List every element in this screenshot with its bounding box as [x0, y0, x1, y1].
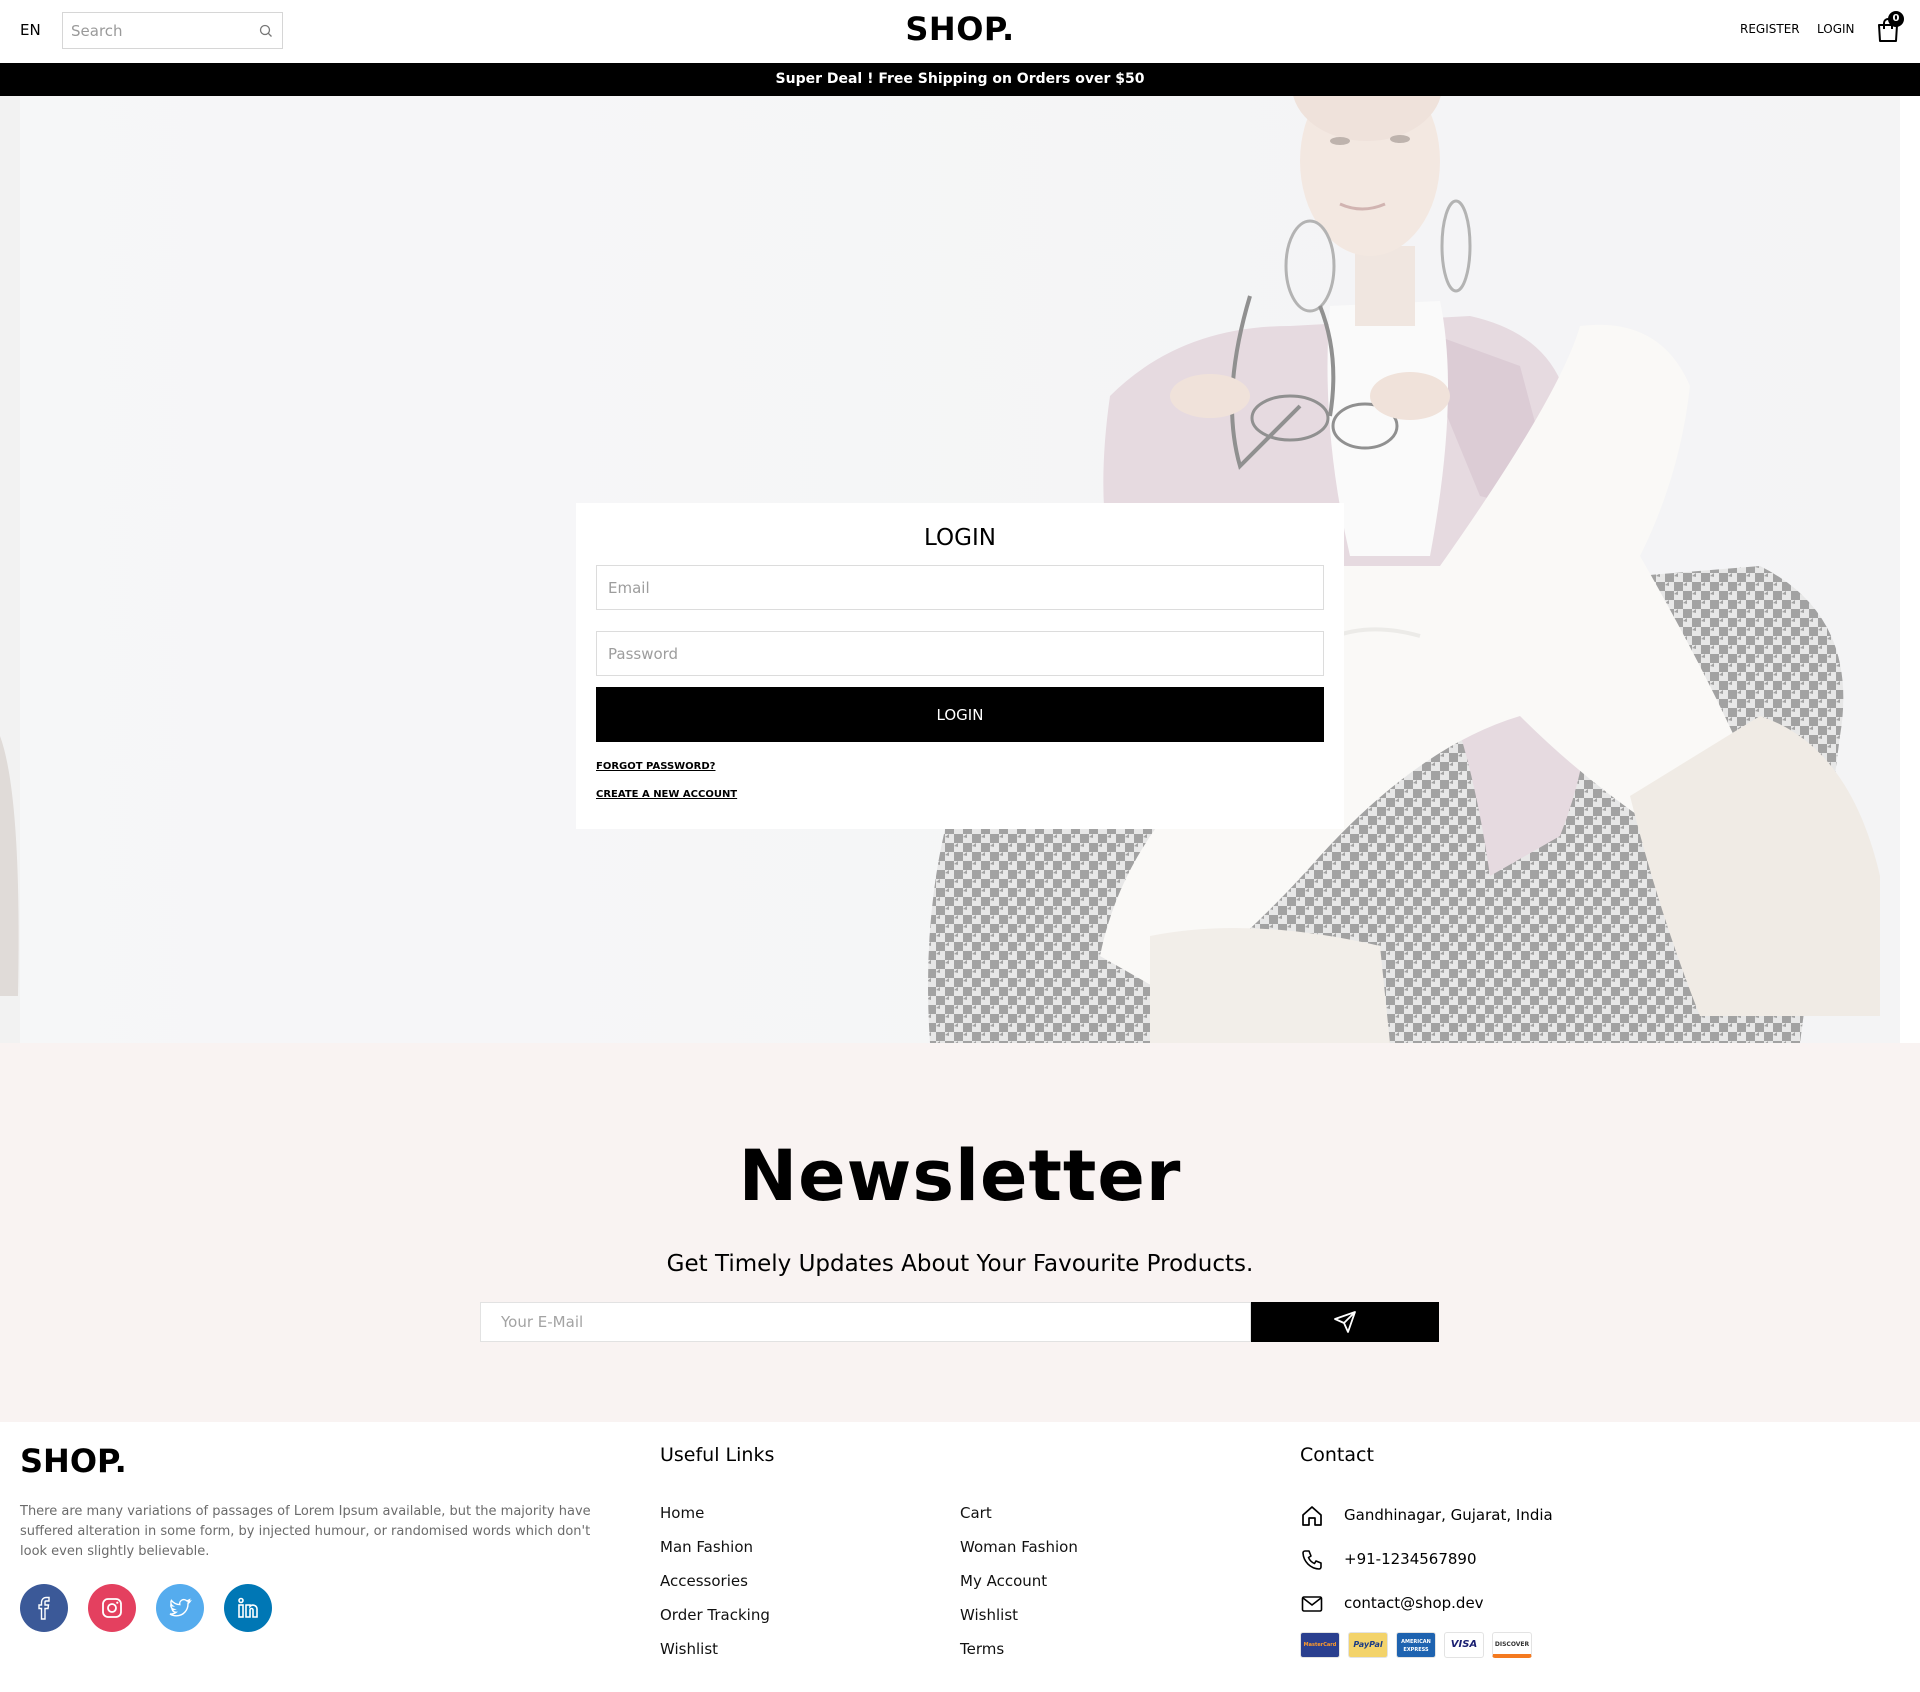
footer-link-order-tracking[interactable]: Order Tracking: [660, 1606, 770, 1624]
contact-address-text: Gandhinagar, Gujarat, India: [1344, 1506, 1553, 1524]
footer-link-man-fashion[interactable]: Man Fashion: [660, 1538, 753, 1556]
twitter-button[interactable]: [156, 1584, 204, 1632]
linkedin-icon: [238, 1597, 258, 1618]
phone-icon: [1302, 1550, 1322, 1570]
create-account-link[interactable]: CREATE A NEW ACCOUNT: [596, 789, 737, 800]
contact-heading: Contact: [1300, 1444, 1374, 1466]
password-field[interactable]: [596, 631, 1324, 676]
footer-link-cart[interactable]: Cart: [960, 1504, 992, 1522]
footer-logo[interactable]: SHOP.: [20, 1442, 127, 1480]
login-card: LOGIN LOGIN FORGOT PASSWORD? CREATE A NE…: [576, 503, 1344, 829]
top-header: EN SHOP. REGISTER LOGIN 0: [0, 0, 1920, 63]
footer-link-accessories[interactable]: Accessories: [660, 1572, 748, 1590]
footer-link-wishlist-2[interactable]: Wishlist: [960, 1606, 1018, 1624]
site-footer: SHOP. There are many variations of passa…: [0, 1422, 1920, 1692]
paypal-icon: PayPal: [1348, 1632, 1388, 1658]
facebook-icon: [38, 1596, 50, 1620]
login-link[interactable]: LOGIN: [1817, 22, 1855, 36]
mail-icon: [1301, 1596, 1323, 1612]
hero-section: LOGIN LOGIN FORGOT PASSWORD? CREATE A NE…: [0, 96, 1920, 1043]
footer-link-woman-fashion[interactable]: Woman Fashion: [960, 1538, 1078, 1556]
newsletter-section: Newsletter Get Timely Updates About Your…: [0, 1043, 1920, 1422]
instagram-button[interactable]: [88, 1584, 136, 1632]
footer-link-my-account[interactable]: My Account: [960, 1572, 1047, 1590]
forgot-password-link[interactable]: FORGOT PASSWORD?: [596, 761, 715, 772]
linkedin-button[interactable]: [224, 1584, 272, 1632]
footer-link-wishlist[interactable]: Wishlist: [660, 1640, 718, 1658]
login-title: LOGIN: [924, 525, 996, 551]
facebook-button[interactable]: [20, 1584, 68, 1632]
newsletter-subtitle: Get Timely Updates About Your Favourite …: [666, 1251, 1254, 1277]
useful-links-heading: Useful Links: [660, 1444, 775, 1466]
cart-count-badge: 0: [1888, 11, 1904, 27]
visa-icon: VISA: [1444, 1632, 1484, 1658]
amex-icon: AMERICAN EXPRESS: [1396, 1632, 1436, 1658]
discover-icon: DISCOVER: [1492, 1632, 1532, 1658]
footer-link-home[interactable]: Home: [660, 1504, 704, 1522]
contact-phone-text[interactable]: +91-1234567890: [1344, 1550, 1477, 1568]
site-logo[interactable]: SHOP.: [0, 10, 1920, 48]
email-field[interactable]: [596, 565, 1324, 610]
instagram-icon: [102, 1598, 122, 1618]
home-icon: [1302, 1506, 1322, 1526]
footer-link-terms[interactable]: Terms: [960, 1640, 1004, 1658]
contact-email-text[interactable]: contact@shop.dev: [1344, 1594, 1484, 1612]
send-icon: [1334, 1311, 1356, 1333]
announcement-bar: Super Deal ! Free Shipping on Orders ove…: [0, 63, 1920, 96]
mastercard-icon: MasterCard: [1300, 1632, 1340, 1658]
newsletter-email-input[interactable]: [480, 1302, 1251, 1342]
newsletter-title: Newsletter: [738, 1135, 1182, 1217]
footer-description: There are many variations of passages of…: [20, 1504, 591, 1559]
login-button[interactable]: LOGIN: [596, 687, 1324, 742]
register-link[interactable]: REGISTER: [1740, 22, 1800, 36]
twitter-icon: [169, 1598, 192, 1617]
newsletter-submit-button[interactable]: [1251, 1302, 1439, 1342]
